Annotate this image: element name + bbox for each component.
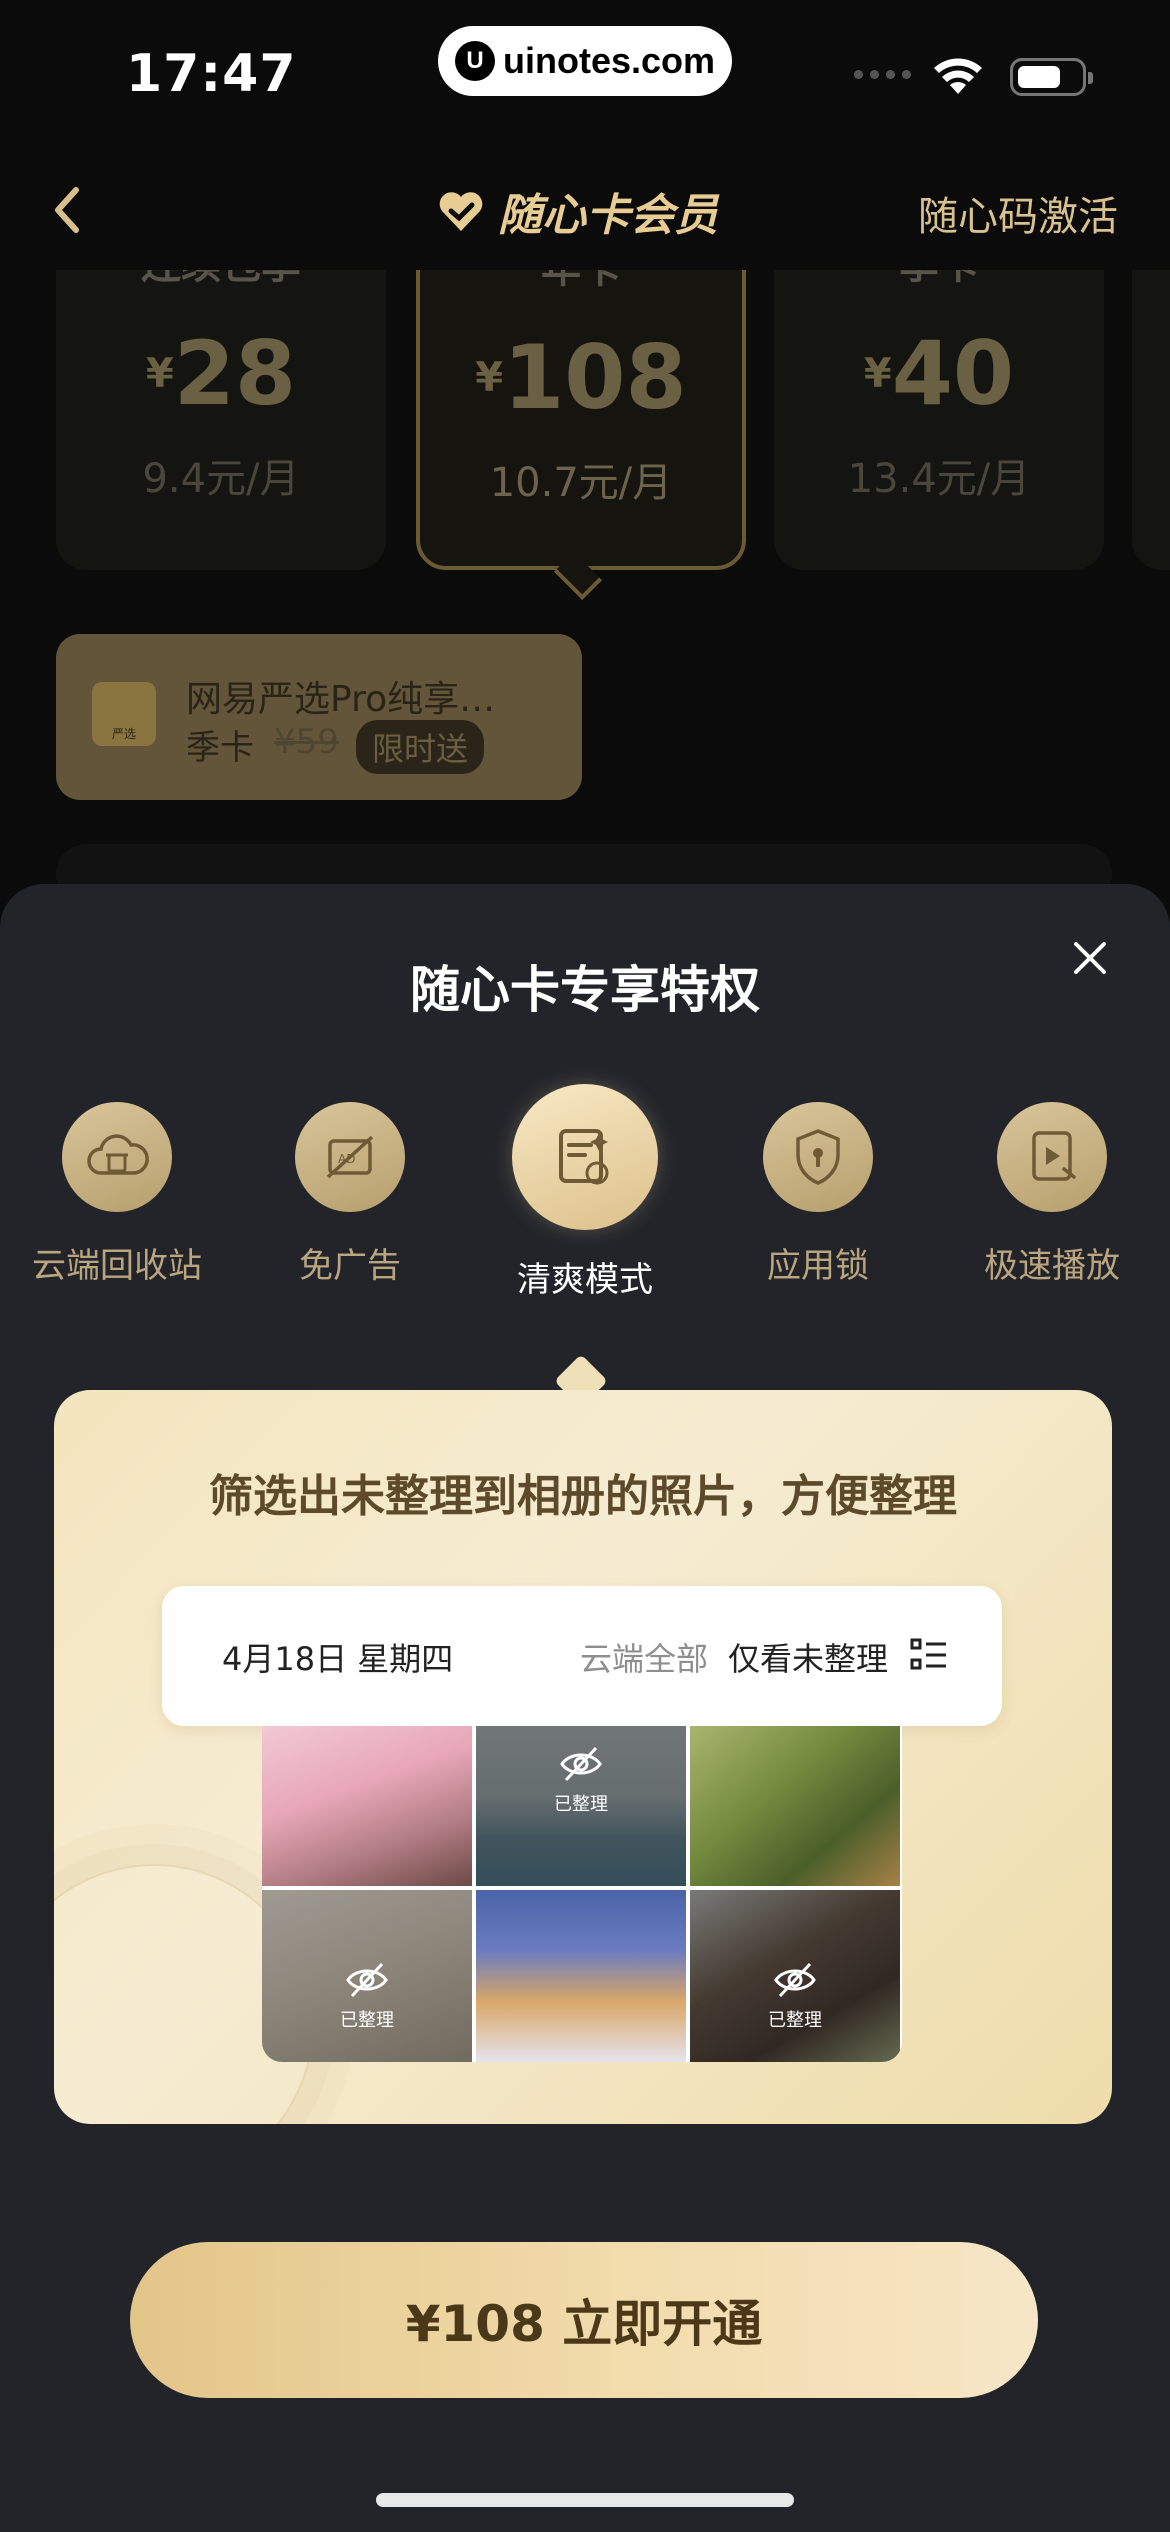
plan-price: ¥28 <box>145 322 297 425</box>
photo-thumbnail <box>476 1890 686 2062</box>
gift-promo-card[interactable]: 严选 网易严选Pro纯享… 季卡 ¥59 限时送 <box>56 634 582 800</box>
shield-lock-icon <box>763 1102 873 1212</box>
watermark-text: uinotes.com <box>502 40 716 81</box>
status-bar: 17:47 U uinotes.com <box>0 0 1170 140</box>
perk-cloud-recycle[interactable]: 云端回收站 <box>7 1102 227 1287</box>
photo-filter-bar: 4月18日 星期四 云端全部 仅看未整理 <box>162 1586 1002 1726</box>
svg-text:AD: AD <box>338 1152 355 1166</box>
plan-price: ¥40 <box>863 322 1015 425</box>
plan-per-month: 13.4元/月 <box>847 456 1031 502</box>
plan-per-month: 9.4元/月 <box>142 456 300 502</box>
plan-card-annual[interactable]: 年卡 ¥108 10.7元/月 <box>416 270 746 570</box>
promo-term: 季卡 <box>186 728 254 768</box>
photo-grid: 已整理 已整理 已整理 <box>262 1726 902 2062</box>
home-indicator <box>376 2493 794 2507</box>
filter-unsorted-only: 仅看未整理 <box>728 1640 889 1678</box>
perk-label: 应用锁 <box>767 1246 869 1286</box>
page-title-text: 随心卡会员 <box>498 190 718 241</box>
sheet-title: 随心卡专享特权 <box>410 961 760 1019</box>
signal-icon <box>854 70 911 79</box>
list-view-icon <box>910 1638 946 1670</box>
subscribe-now-button[interactable]: ¥108 立即开通 <box>130 2242 1038 2398</box>
battery-icon <box>1010 58 1093 96</box>
perk-label: 极速播放 <box>984 1246 1120 1286</box>
watermark-logo-icon: U <box>454 41 495 81</box>
organized-label: 已整理 <box>554 1794 608 1815</box>
organized-label: 已整理 <box>340 2010 394 2031</box>
fast-play-icon <box>997 1102 1107 1212</box>
plan-card-more[interactable] <box>1132 270 1170 570</box>
yanxuan-logo-text: 严选 <box>111 727 136 741</box>
plan-card-quarterly-auto[interactable]: 连续包季 ¥28 9.4元/月 <box>56 270 386 570</box>
perk-app-lock[interactable]: 应用锁 <box>708 1102 928 1287</box>
no-ads-icon: AD <box>295 1102 405 1212</box>
eye-off-icon <box>560 1746 602 1782</box>
page-title: 随心卡会员 <box>436 176 718 246</box>
plan-per-month: 10.7元/月 <box>489 460 673 506</box>
plan-name: 季卡 <box>774 270 1104 290</box>
photo-thumbnail: 已整理 <box>262 1890 472 2062</box>
photo-date: 4月18日 星期四 <box>222 1640 454 1678</box>
clean-mode-icon <box>512 1084 658 1230</box>
organized-label: 已整理 <box>768 2010 822 2031</box>
perk-fast-play[interactable]: 极速播放 <box>942 1102 1162 1287</box>
promo-tag: 限时送 <box>356 720 485 774</box>
perk-label: 清爽模式 <box>517 1260 653 1300</box>
promo-title: 网易严选Pro纯享… <box>186 679 496 720</box>
cloud-trash-icon <box>62 1102 172 1212</box>
plan-price: ¥108 <box>475 326 687 429</box>
photo-thumbnail: 已整理 <box>690 1890 900 2062</box>
perk-label: 云端回收站 <box>32 1246 202 1286</box>
yanxuan-logo-icon: 严选 <box>92 682 156 746</box>
close-icon[interactable] <box>1066 934 1114 982</box>
chevron-left-icon[interactable] <box>44 180 94 240</box>
eye-off-icon <box>346 1962 388 1998</box>
eye-off-icon <box>774 1962 816 1998</box>
wifi-icon <box>934 58 982 94</box>
photo-thumbnail: 已整理 <box>476 1726 686 1886</box>
plan-card-quarterly[interactable]: 季卡 ¥40 13.4元/月 <box>774 270 1104 570</box>
filter-all-cloud: 云端全部 <box>580 1640 709 1678</box>
plan-name: 连续包季 <box>56 270 386 290</box>
watermark-badge: U uinotes.com <box>438 26 732 96</box>
perk-detail-card: 筛选出未整理到相册的照片，方便整理 4月18日 星期四 云端全部 仅看未整理 已… <box>54 1390 1112 2124</box>
status-time: 17:47 <box>126 44 297 104</box>
heart-logo-icon <box>439 192 483 231</box>
plan-name: 年卡 <box>420 270 742 294</box>
promo-old-price: ¥59 <box>274 722 339 762</box>
photo-thumbnail <box>690 1726 900 1886</box>
photo-thumbnail <box>262 1726 472 1886</box>
nav-bar: 随心卡会员 随心码激活 <box>0 150 1170 270</box>
perk-clean-mode[interactable]: 清爽模式 <box>475 1084 695 1301</box>
perk-label: 免广告 <box>299 1246 401 1286</box>
activate-code-link[interactable]: 随心码激活 <box>918 184 1118 242</box>
perk-no-ads[interactable]: AD 免广告 <box>240 1102 460 1287</box>
plan-list: 连续包季 ¥28 9.4元/月 年卡 ¥108 10.7元/月 季卡 ¥40 1… <box>0 270 1170 590</box>
perk-description: 筛选出未整理到相册的照片，方便整理 <box>209 1471 957 1522</box>
